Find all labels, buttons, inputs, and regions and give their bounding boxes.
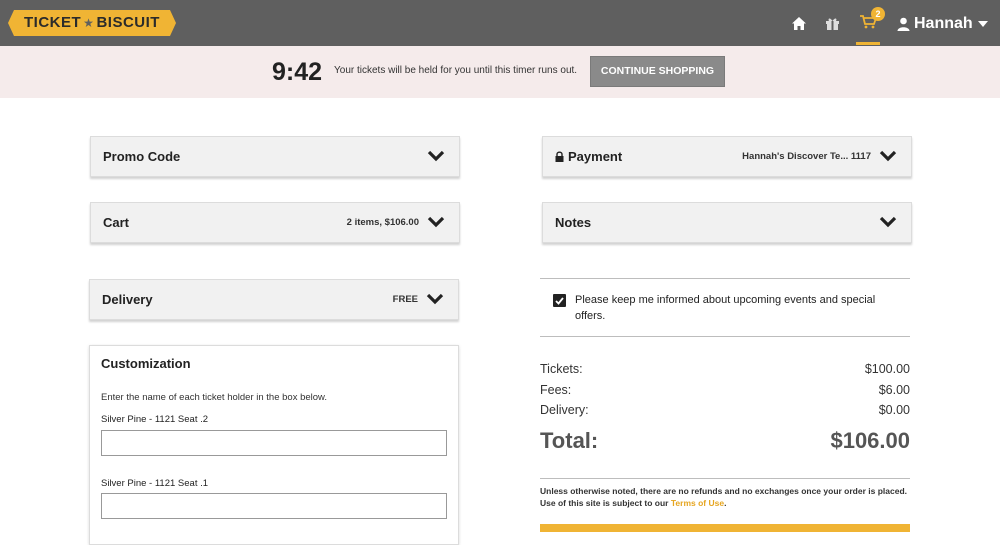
ticket-holder-name-input[interactable] [101,430,447,456]
terms-of-use-link[interactable]: Terms of Use [671,498,724,508]
tickets-label: Tickets: [540,362,583,376]
ticket-holder-label: Silver Pine - 1121 Seat .2 [101,414,209,425]
user-icon [897,17,910,31]
cart-title: Cart [103,215,130,230]
tickets-value: $100.00 [864,362,910,376]
fees-label: Fees: [540,383,572,397]
cart-panel[interactable]: Cart 2 items, $106.00 [90,202,460,243]
ticket-biscuit-logo[interactable]: TICKET ★ BISCUIT [8,10,176,36]
notes-title: Notes [555,215,592,230]
promo-code-panel[interactable]: Promo Code [90,136,460,177]
notes-panel[interactable]: Notes [542,202,912,243]
promo-code-title: Promo Code [103,149,181,164]
customization-section: Customization Enter the name of each tic… [89,345,459,545]
timer-message: Your tickets will be held for you until … [334,65,578,76]
logo-text-right: BISCUIT [96,14,160,31]
cart-icon[interactable]: 2 [856,7,885,45]
delivery-label: Delivery: [540,403,589,417]
checkmark-icon [555,296,564,305]
home-icon[interactable] [789,12,809,34]
delivery-title: Delivery [102,292,153,307]
fees-value: $6.00 [878,383,910,397]
continue-shopping-button[interactable]: CONTINUE SHOPPING [590,56,725,87]
user-name: Hannah [914,15,973,32]
caret-down-icon [977,21,988,27]
gift-icon[interactable] [822,12,842,34]
chevron-down-icon [427,150,445,161]
payment-method-summary: Hannah's Discover Te... 1117 [742,151,871,162]
delivery-panel[interactable]: Delivery FREE [89,279,459,320]
divider [540,278,910,279]
chevron-down-icon [426,293,444,304]
payment-panel[interactable]: Payment Hannah's Discover Te... 1117 [542,136,912,177]
user-menu[interactable]: Hannah [897,13,988,35]
chevron-down-icon [879,216,897,227]
hold-timer-bar: 9:42 Your tickets will be held for you u… [0,46,1000,98]
logo-text-left: TICKET [24,14,82,31]
cart-count-badge: 2 [871,7,885,21]
payment-title: Payment [555,137,622,176]
opt-in-label: Please keep me informed about upcoming e… [575,294,876,322]
divider [540,336,910,337]
logo-star-icon: ★ [83,16,95,30]
delivery-value: $0.00 [878,403,910,417]
total-label: Total: [540,428,599,453]
place-order-button[interactable] [540,524,910,532]
cart-summary: 2 items, $106.00 [346,217,419,228]
payment-title-text: Payment [568,149,623,164]
divider [540,478,910,479]
refund-policy-text: Unless otherwise noted, there are no ref… [540,485,910,509]
ticket-holder-name-input[interactable] [101,493,447,519]
customization-instructions: Enter the name of each ticket holder in … [101,392,328,403]
policy-end: . [724,498,727,508]
top-navbar: TICKET ★ BISCUIT 2 Hannah [0,0,1000,46]
total-value: $106.00 [830,428,910,453]
opt-in-checkbox[interactable] [553,294,566,307]
ticket-holder-label: Silver Pine - 1121 Seat .1 [101,478,209,489]
delivery-status: FREE [392,294,418,305]
customization-title: Customization [101,356,191,371]
chevron-down-icon [879,150,897,161]
lock-icon [555,151,564,162]
hold-timer: 9:42 [272,58,323,86]
chevron-down-icon [427,216,445,227]
